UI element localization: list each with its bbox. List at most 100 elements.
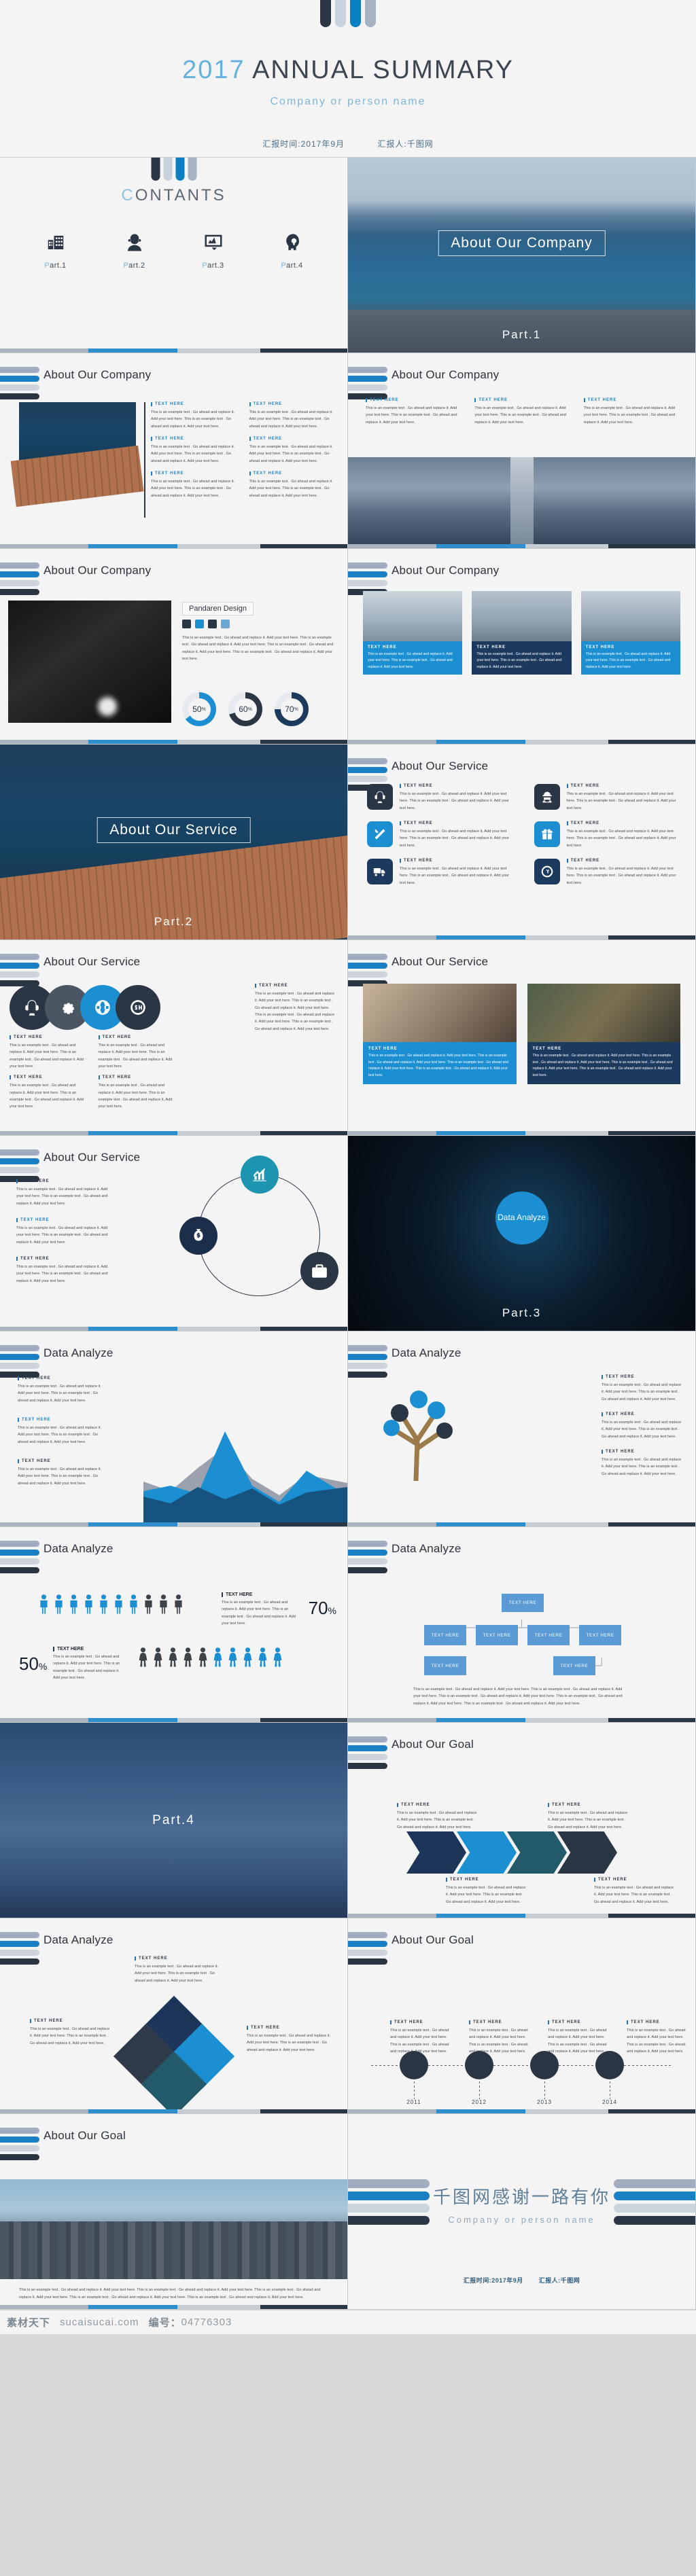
tree-node [410, 1391, 428, 1408]
growth-chart-icon[interactable] [241, 1156, 279, 1194]
person-female-icon [154, 1647, 162, 1667]
divider-slide-part4: Part.4 [0, 1723, 348, 1918]
slide-progress-bar [348, 544, 695, 548]
person-icon [70, 1594, 77, 1614]
dock-photo [19, 402, 136, 490]
photo-card: TEXT HERE This is an example text . Go a… [472, 591, 572, 675]
contents-heading-rest: ONTANTS [135, 186, 226, 204]
org-node[interactable]: TEXT HERE [579, 1625, 621, 1645]
text-block: TEXT HERE This is an example text . Go ah… [548, 1803, 631, 1831]
brand-description: This is an example text . Go ahead and r… [182, 636, 334, 662]
timeline-dot[interactable] [465, 2051, 493, 2079]
snow-photo-2 [472, 591, 572, 641]
org-node[interactable]: TEXT HERE [476, 1625, 518, 1645]
text-block: TEXT HERE This is an example text . Go ah… [98, 1075, 178, 1110]
divider-part-label: Part.1 [502, 328, 542, 341]
flickr-icon[interactable] [221, 620, 230, 628]
timeline-dot[interactable] [530, 2051, 559, 2079]
twitter-icon[interactable] [195, 620, 204, 628]
thank-you-title: 千图网感谢一路有你 [432, 2187, 610, 2207]
text-columns: TEXT HERE This is an example text . Go ah… [602, 1375, 683, 1478]
watermark-footer: 素材天下 sucaisucai.com 编号： 04776303 [0, 2310, 696, 2334]
org-node[interactable]: TEXT HERE [527, 1625, 570, 1645]
chevron-sequence [406, 1831, 617, 1874]
slide-progress-bar [0, 2305, 347, 2309]
snow-photo-1 [363, 591, 463, 641]
service-item[interactable]: TEXT HERE This is an example text . Go ah… [367, 784, 517, 812]
person-icon [130, 1594, 137, 1614]
24-hours-icon[interactable] [116, 985, 160, 1030]
text-block: TEXT HERE This is an example text . Go ah… [98, 1035, 178, 1070]
org-node[interactable]: TEXT HERE [553, 1656, 595, 1675]
contents-slide: CONTANTS Part.1 Part.2 Part.3 Part.4 [0, 158, 348, 353]
org-node[interactable]: TEXT HERE [424, 1656, 466, 1675]
text-block: TEXT HERE This is an example text . Go ah… [16, 1218, 108, 1245]
text-columns: TEXT HERE This is an example text . Go ah… [366, 398, 683, 426]
page-title: Data Analyze [392, 1346, 462, 1359]
free-delivery-truck-icon [367, 859, 393, 885]
brand-name: Pandaren Design [182, 602, 254, 615]
stat-donuts: 50% 60% 70% [182, 692, 309, 726]
building-icon [48, 236, 63, 249]
contents-item-4[interactable]: Part.4 [273, 232, 312, 270]
contents-item-label: Part.3 [202, 262, 224, 270]
contents-item-1[interactable]: Part.1 [36, 232, 75, 270]
timeline-dot[interactable] [400, 2051, 428, 2079]
divider-part-label: Part.3 [502, 1306, 542, 1319]
thank-you-meta-person: 汇报人:千图网 [538, 2277, 580, 2284]
tree-node [436, 1423, 453, 1439]
contents-item-label: Part.1 [44, 262, 67, 270]
service-photos-slide: About Our Service TEXT HERE This is an e… [348, 940, 696, 1136]
timeline-dot[interactable] [595, 2051, 624, 2079]
text-block: TEXT HERE This is an example text . Go ah… [397, 1803, 480, 1831]
gift-icon [534, 821, 560, 848]
service-item[interactable]: TEXT HERE This is an example text . Go ah… [534, 821, 684, 849]
photo-card: TEXT HERE This is an example text . Go a… [363, 591, 463, 675]
slide-progress-bar [0, 1522, 347, 1526]
person-female-icon [184, 1647, 192, 1667]
service-item[interactable]: TEXT HERE This is an example text . Go ah… [367, 821, 517, 849]
money-bags-icon[interactable] [179, 1217, 218, 1255]
text-columns: TEXT HERE This is an example text . Go ah… [18, 1376, 105, 1487]
venn-diagram [10, 985, 160, 1030]
slide-progress-bar [0, 1718, 347, 1722]
text-block: TEXT HERE This is an example text . Go ah… [390, 2020, 454, 2055]
contents-item-3[interactable]: Part.3 [194, 232, 233, 270]
service-item[interactable]: TEXT HERE This is an example text . Go ah… [534, 859, 684, 887]
tools-icon [367, 821, 393, 848]
person-female-icon [243, 1647, 252, 1667]
contents-items: Part.1 Part.2 Part.3 Part.4 [0, 232, 347, 270]
stat-donut-60: 60% [228, 692, 262, 726]
header-deco-pills [348, 1736, 387, 1772]
person-icon [55, 1594, 63, 1614]
text-block: TEXT HERE This is an example text . Go ah… [602, 1450, 683, 1478]
city-skyline-photo [0, 2179, 347, 2279]
chevron-top-labels: TEXT HERE This is an example text . Go ah… [397, 1803, 631, 1831]
service-item[interactable]: TEXT HERE This is an example text . Go ah… [534, 784, 684, 812]
facebook-icon[interactable] [182, 620, 191, 628]
service-item[interactable]: TEXT HERE This is an example text . Go ah… [367, 859, 517, 887]
text-block: TEXT HERE This is an example text . Go ah… [249, 402, 337, 430]
slide-progress-bar [348, 1522, 695, 1526]
org-node[interactable]: TEXT HERE [424, 1625, 466, 1645]
pinterest-icon[interactable] [208, 620, 217, 628]
timeline-year: 2011 [406, 2099, 421, 2105]
goal-chevron-slide: About Our Goal TEXT HERE This is an examp… [348, 1723, 696, 1918]
page-title: About Our Goal [44, 2129, 126, 2142]
city-description: This is an example text . Go ahead and r… [19, 2288, 321, 2300]
thank-you-slide: 千图网感谢一路有你 Company or person name 汇报时间:20… [348, 2114, 696, 2310]
service-venn-slide: About Our Service TEXT HERE This is an ex… [0, 940, 348, 1136]
contents-item-2[interactable]: Part.2 [115, 232, 154, 270]
timeline-year: 2013 [537, 2099, 552, 2105]
social-links[interactable] [182, 620, 230, 628]
org-node-root[interactable]: TEXT HERE [502, 1594, 544, 1612]
slide-progress-bar [0, 1131, 347, 1135]
coffee-food-photo [363, 984, 517, 1042]
person-icon [145, 1594, 152, 1614]
person-female-icon [169, 1647, 177, 1667]
watermark-id-value: 04776303 [181, 2316, 232, 2328]
chevron-step[interactable] [406, 1831, 466, 1874]
area-chart [143, 1420, 347, 1522]
page-title: About Our Service [44, 955, 141, 968]
briefcase-icon[interactable] [300, 1252, 338, 1290]
